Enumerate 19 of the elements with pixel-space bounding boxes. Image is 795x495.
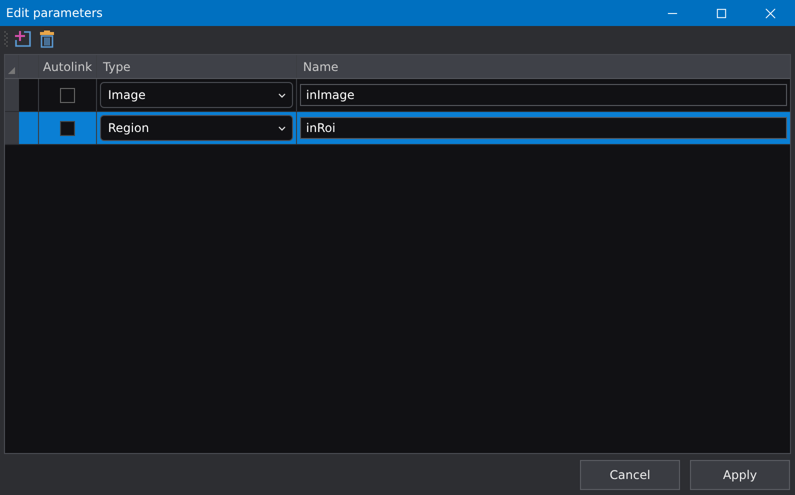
type-dropdown[interactable]: Region	[100, 115, 293, 141]
name-field[interactable]: inRoi	[300, 117, 787, 139]
column-header[interactable]: Name	[297, 55, 790, 78]
add-icon[interactable]	[14, 30, 32, 48]
caret-icon	[278, 92, 286, 98]
table-row[interactable]: Image inImage	[5, 79, 790, 112]
autolink-checkbox[interactable]	[60, 120, 75, 136]
column-header[interactable]: Autolink	[39, 55, 97, 78]
cancel-button[interactable]: Cancel	[580, 460, 680, 490]
apply-button[interactable]: Apply	[690, 460, 790, 490]
type-dropdown[interactable]: Image	[100, 82, 293, 108]
autolink-checkbox[interactable]	[60, 88, 75, 102]
column-header[interactable]: Type	[97, 55, 297, 78]
window-title: Edit parameters	[6, 6, 103, 20]
caret-icon	[278, 126, 286, 130]
grip-icon	[4, 30, 8, 48]
name-field[interactable]: inImage	[300, 84, 787, 106]
table-row[interactable]: Region inRoi	[5, 112, 790, 145]
trash-icon[interactable]	[38, 30, 56, 48]
